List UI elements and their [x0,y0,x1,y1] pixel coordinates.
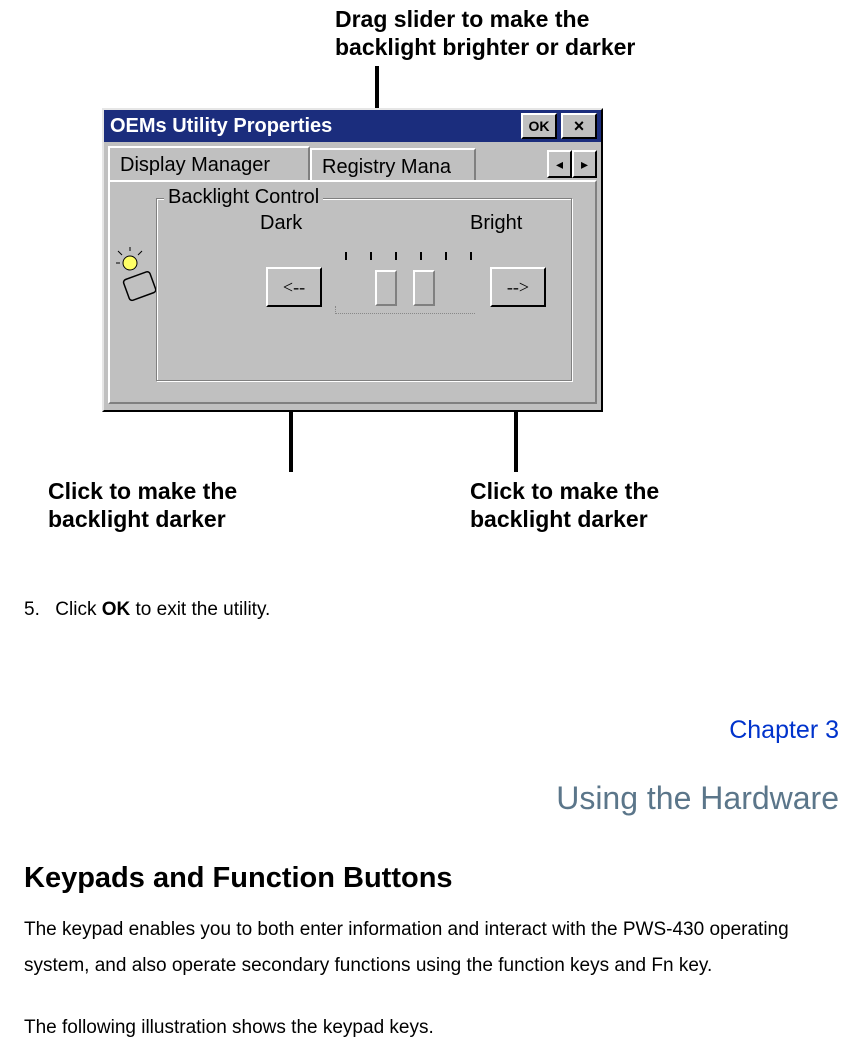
brighter-button[interactable]: --> [490,267,546,307]
utility-properties-dialog: OEMs Utility Properties OK × Display Man… [102,108,603,412]
tab-scroll-right[interactable]: ▸ [572,150,597,178]
close-button[interactable]: × [561,113,597,139]
tab-registry-manager[interactable]: Registry Mana [310,148,476,180]
group-legend: Backlight Control [164,186,323,209]
tab-display-manager[interactable]: Display Manager [108,146,310,180]
backlight-slider[interactable] [335,252,475,322]
chapter-label: Chapter 3 [729,716,839,745]
step-5: 5. Click OK to exit the utility. [24,596,270,625]
dark-label: Dark [260,212,302,235]
step-text-bold: OK [102,599,131,620]
annotation-right-button: Click to make the backlight darker [470,478,730,533]
paragraph: The following illustration shows the key… [24,1010,839,1046]
annotation-left-button: Click to make the backlight darker [48,478,308,533]
tab-panel: Backlight Control Dark Bright <-- --> [108,180,597,404]
slider-track [335,306,475,314]
annotation-slider: Drag slider to make the backlight bright… [335,6,685,61]
ok-button[interactable]: OK [521,113,557,139]
slider-thumb[interactable] [413,270,435,306]
tab-strip: Display Manager Registry Mana ◂ ▸ [104,144,601,180]
darker-button[interactable]: <-- [266,267,322,307]
step-number: 5. [24,596,50,625]
slider-thumb[interactable] [375,270,397,306]
tab-scroll-left[interactable]: ◂ [547,150,572,178]
paragraph: The keypad enables you to both enter inf… [24,912,839,984]
tab-scroll: ◂ ▸ [547,150,597,178]
section-heading: Keypads and Function Buttons [24,862,453,895]
window-title: OEMs Utility Properties [110,115,517,138]
titlebar: OEMs Utility Properties OK × [104,110,601,142]
chapter-title: Using the Hardware [556,780,839,817]
bright-label: Bright [470,212,522,235]
step-text-post: to exit the utility. [130,599,270,620]
step-text-pre: Click [55,599,101,620]
